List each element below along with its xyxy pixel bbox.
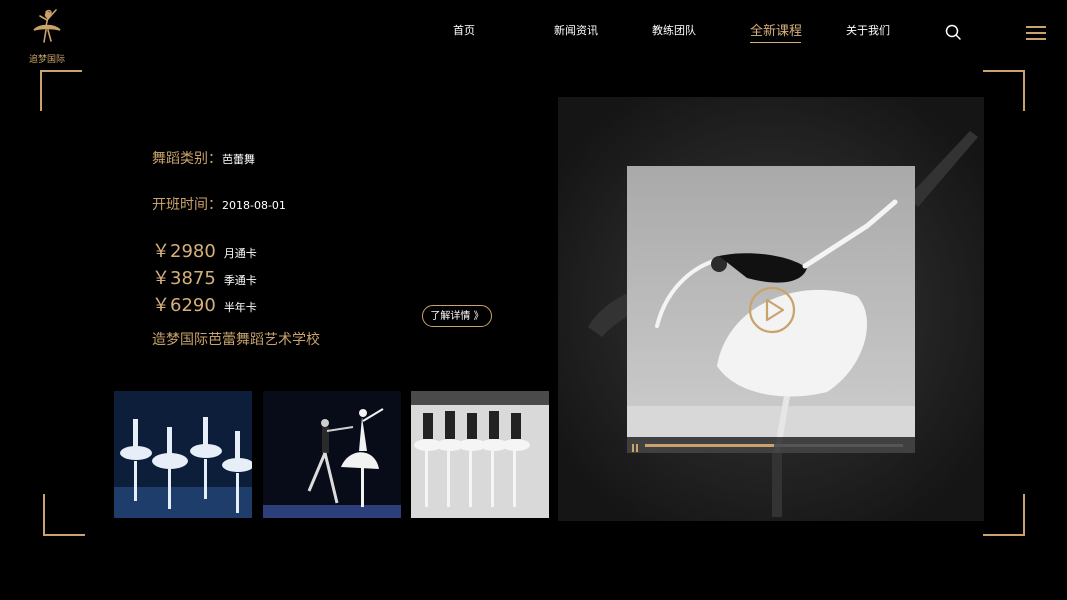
ballerina-logo-icon: [33, 9, 61, 43]
price-row: ￥2980 月通卡: [152, 237, 257, 263]
corner-frame-bottom-left: [43, 494, 85, 536]
video-progress-fill: [645, 444, 774, 447]
nav-item-coaches[interactable]: 教练团队: [646, 22, 702, 42]
price-amount: ￥6290: [152, 295, 216, 316]
category-value: 芭蕾舞: [222, 153, 255, 166]
pause-icon[interactable]: [629, 439, 641, 452]
start-date-row: 开班时间：2018-08-01: [152, 194, 286, 214]
learn-more-button[interactable]: 了解详情 》: [422, 305, 492, 327]
corner-frame-top-left: [40, 70, 82, 111]
nav-item-about[interactable]: 关于我们: [840, 22, 896, 42]
nav-item-courses[interactable]: 全新课程: [750, 20, 802, 43]
category-label: 舞蹈类别：: [152, 151, 222, 167]
brand-name: 追梦国际: [28, 55, 65, 65]
corner-frame-bottom-right: [983, 494, 1025, 536]
brand-logo[interactable]: 追梦国际: [24, 6, 70, 65]
play-icon[interactable]: [748, 286, 796, 334]
gallery-thumbnail[interactable]: [114, 391, 252, 518]
price-unit: 季通卡: [223, 274, 257, 287]
school-name: 造梦国际芭蕾舞蹈艺术学校: [152, 332, 320, 348]
category-row: 舞蹈类别：芭蕾舞: [152, 148, 255, 168]
price-row: ￥3875 季通卡: [152, 264, 257, 290]
start-date-value: 2018-08-01: [222, 199, 286, 212]
price-amount: ￥3875: [152, 268, 216, 289]
nav-item-home[interactable]: 首页: [444, 22, 484, 42]
video-progress-bar[interactable]: [645, 444, 903, 447]
price-unit: 月通卡: [223, 247, 257, 260]
search-icon[interactable]: [944, 23, 962, 41]
gallery-thumbnail[interactable]: [263, 391, 401, 518]
price-row: ￥6290 半年卡: [152, 291, 257, 317]
nav-item-news[interactable]: 新闻资讯: [548, 22, 604, 42]
start-date-label: 开班时间：: [152, 197, 222, 213]
price-unit: 半年卡: [223, 301, 257, 314]
price-amount: ￥2980: [152, 241, 216, 262]
gallery-thumbnail[interactable]: [411, 391, 549, 518]
hamburger-menu-icon[interactable]: [1026, 24, 1046, 42]
corner-frame-top-right: [983, 70, 1025, 111]
